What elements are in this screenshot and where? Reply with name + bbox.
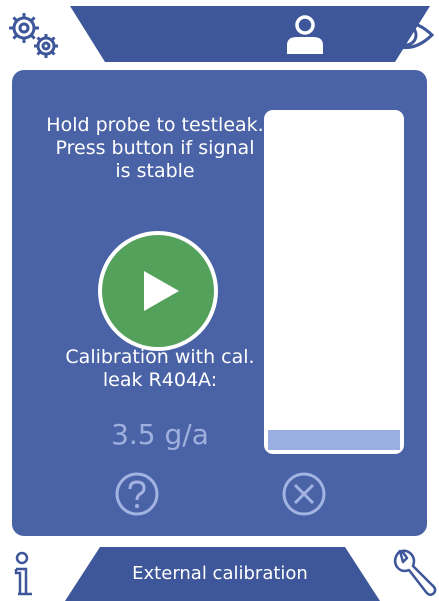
signal-bar — [264, 110, 404, 454]
question-icon[interactable] — [114, 471, 160, 517]
info-icon[interactable] — [2, 550, 42, 600]
start-button[interactable] — [98, 231, 218, 351]
user-icon[interactable] — [270, 8, 340, 60]
wrench-icon[interactable] — [388, 545, 438, 601]
gears-icon[interactable] — [4, 6, 74, 66]
leak-rate-value: 3.5 g/a — [111, 418, 209, 451]
close-icon[interactable] — [281, 471, 327, 517]
instruction-text: Hold probe to testleak. Press button if … — [46, 114, 264, 182]
play-icon — [144, 271, 179, 311]
screen: Hold probe to testleak. Press button if … — [0, 0, 439, 601]
calibration-label: Calibration with cal. leak R404A: — [65, 346, 255, 391]
eye-icon[interactable] — [368, 8, 438, 60]
signal-fill — [268, 430, 400, 450]
screen-title: External calibration — [132, 563, 308, 584]
